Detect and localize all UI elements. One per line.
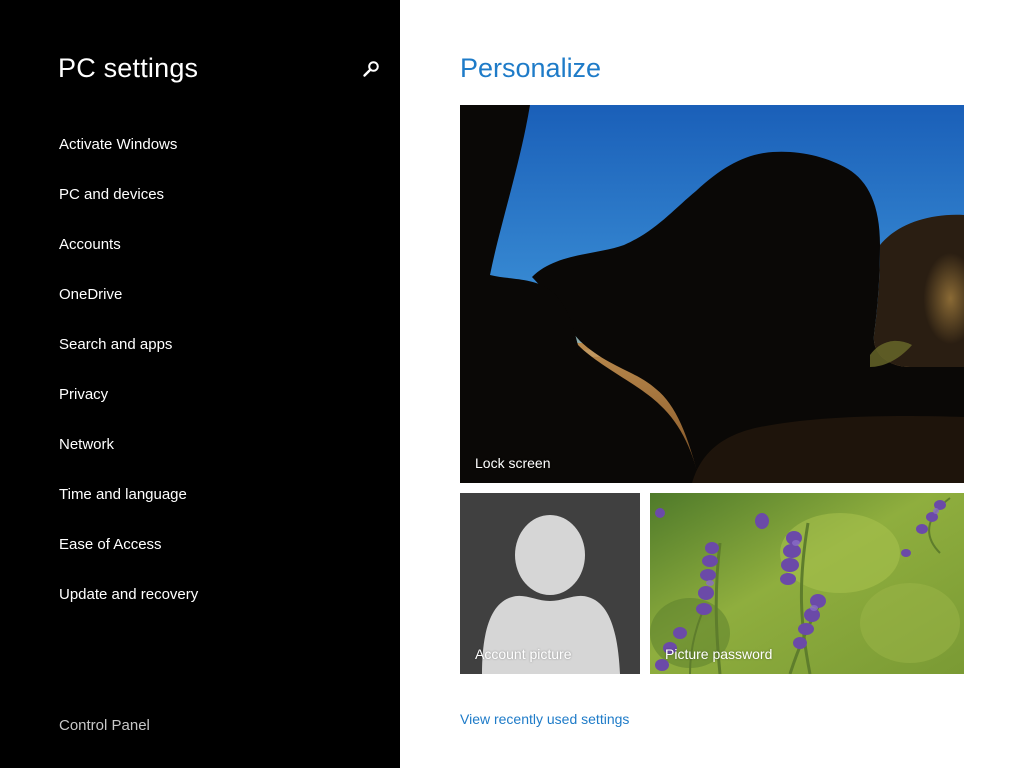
page-title: Personalize — [460, 53, 602, 83]
control-panel-link[interactable]: Control Panel — [59, 717, 150, 734]
sidebar-item-activate-windows[interactable]: Activate Windows — [0, 128, 400, 178]
account-picture-label: Account picture — [475, 646, 572, 662]
sidebar-nav: Activate Windows PC and devices Accounts… — [0, 128, 400, 628]
sidebar-item-ease-of-access[interactable]: Ease of Access — [0, 528, 400, 578]
sidebar-item-network[interactable]: Network — [0, 428, 400, 478]
account-picture-tile[interactable]: Account picture — [460, 493, 640, 674]
main-content: Personalize Lock screen Account picture … — [400, 0, 1024, 768]
sidebar-item-update-and-recovery[interactable]: Update and recovery — [0, 578, 400, 628]
search-icon[interactable] — [358, 56, 386, 84]
sidebar-item-onedrive[interactable]: OneDrive — [0, 278, 400, 328]
sidebar: PC settings Activate Windows PC and devi… — [0, 0, 400, 768]
sidebar-item-time-and-language[interactable]: Time and language — [0, 478, 400, 528]
sidebar-item-pc-and-devices[interactable]: PC and devices — [0, 178, 400, 228]
sidebar-item-privacy[interactable]: Privacy — [0, 378, 400, 428]
picture-password-label: Picture password — [665, 646, 773, 662]
sidebar-title: PC settings — [58, 53, 199, 83]
lock-screen-image — [460, 105, 964, 483]
lock-screen-tile[interactable]: Lock screen — [460, 105, 964, 483]
view-recent-settings-link[interactable]: View recently used settings — [460, 711, 629, 727]
sidebar-item-search-and-apps[interactable]: Search and apps — [0, 328, 400, 378]
pc-settings-window: PC settings Activate Windows PC and devi… — [0, 0, 1024, 768]
lock-screen-label: Lock screen — [475, 455, 551, 471]
picture-password-tile[interactable]: Picture password — [650, 493, 964, 674]
sidebar-item-accounts[interactable]: Accounts — [0, 228, 400, 278]
